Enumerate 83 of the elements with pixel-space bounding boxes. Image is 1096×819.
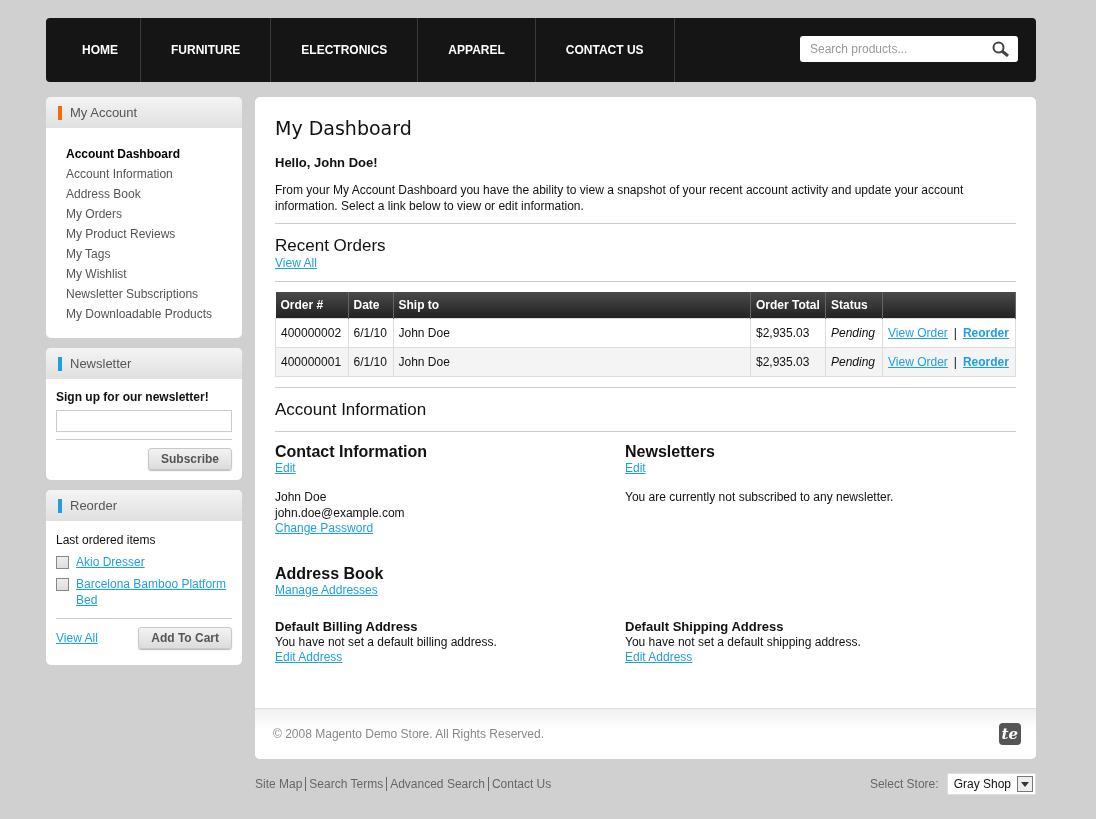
sidebar-link[interactable]: My Product Reviews — [66, 224, 176, 244]
title-bar-icon — [58, 498, 62, 513]
view-all-link[interactable]: View All — [275, 256, 317, 270]
nav-link[interactable]: CONTACT US — [535, 18, 675, 82]
contact-text: john.doe@example.com — [275, 505, 406, 521]
view-order-link[interactable]: View Order — [888, 326, 948, 340]
edit-address-link[interactable]: Edit Address — [275, 650, 343, 664]
table-cell: Pending — [825, 347, 883, 377]
edit-link[interactable]: Edit — [625, 461, 646, 475]
separator: | — [953, 355, 957, 369]
sidebar-link[interactable]: Address Book — [66, 184, 141, 204]
title-bar-icon — [58, 356, 62, 371]
sidebar-link[interactable]: My Orders — [66, 204, 122, 224]
table-cell: 6/1/10 — [348, 318, 393, 348]
table-cell: $2,935.03 — [750, 347, 826, 377]
address-heading: Default Shipping Address — [625, 619, 785, 634]
checkbox[interactable] — [56, 556, 69, 569]
address-text: You have not set a default shipping address. — [625, 634, 862, 650]
table-cell: John Doe — [393, 347, 751, 377]
column-header: Date — [348, 292, 393, 319]
section-heading: Newsletters — [625, 443, 716, 461]
section-heading: Contact Information — [275, 443, 428, 461]
contact-text: John Doe — [275, 489, 328, 505]
view-order-link[interactable]: View Order — [888, 355, 948, 369]
manage-addresses-link[interactable]: Manage Addresses — [275, 583, 378, 597]
table-cell: $2,935.03 — [750, 318, 826, 348]
separator: | — [953, 326, 957, 340]
footer-link[interactable]: Search Terms — [305, 777, 387, 791]
sidebar-link[interactable]: My Downloadable Products — [66, 304, 213, 324]
reorder-link[interactable]: Reorder — [962, 355, 1009, 369]
copyright: © 2008 Magento Demo Store. All Rights Reserved. — [273, 727, 544, 741]
logo: te — [998, 723, 1021, 745]
dropdown-icon — [1017, 776, 1033, 792]
sidebar-link[interactable]: Account Dashboard — [66, 144, 180, 164]
column-header: Order # — [275, 292, 348, 319]
nav-link[interactable]: ELECTRONICS — [271, 18, 419, 82]
intro-text: From your My Account Dashboard you have the ability to view a snapshot of your recent account activity and update your account information. Select a link below to view or edit information. — [275, 182, 965, 214]
product-link[interactable]: Barcelona Bamboo Platform Bed — [76, 576, 232, 608]
title-bar-icon — [58, 105, 62, 120]
page-title: My Dashboard — [275, 117, 413, 139]
nav-link[interactable]: APPAREL — [418, 18, 536, 82]
email-field[interactable] — [56, 410, 232, 432]
panel-title: Newsletter — [70, 356, 132, 371]
sidebar-link[interactable]: Newsletter Subscriptions — [66, 284, 199, 304]
column-header: Order Total — [750, 292, 826, 319]
newsletter-label: Sign up for our newsletter! — [56, 390, 210, 404]
store-select[interactable]: Gray Shop — [946, 773, 1036, 795]
store-label: Select Store: — [869, 777, 939, 791]
column-header: Status — [825, 292, 883, 319]
checkbox[interactable] — [56, 578, 69, 591]
nav-link[interactable]: FURNITURE — [141, 18, 272, 82]
address-heading: Default Billing Address — [275, 619, 419, 634]
greeting: Hello, John Doe! — [275, 155, 379, 170]
table-cell: 400000002 — [275, 318, 348, 348]
search-icon[interactable] — [992, 41, 1010, 57]
change-password-link[interactable]: Change Password — [275, 521, 374, 535]
subscribe-button[interactable]: Subscribe — [147, 448, 232, 470]
table-cell: 400000001 — [275, 347, 348, 377]
reorder-link[interactable]: Reorder — [962, 326, 1009, 340]
sidebar-link[interactable]: My Tags — [66, 244, 111, 264]
section-title: Account Information — [275, 400, 428, 420]
newsletter-status: You are currently not subscribed to any newsletter. — [625, 489, 895, 505]
nav-link[interactable]: HOME — [60, 18, 141, 82]
panel-title: Reorder — [70, 498, 117, 513]
section-heading: Address Book — [275, 565, 385, 583]
table-cell: Pending — [825, 318, 883, 348]
table-cell: John Doe — [393, 318, 751, 348]
address-text: You have not set a default billing address. — [275, 634, 498, 650]
footer-link[interactable]: Site Map — [255, 777, 306, 791]
edit-address-link[interactable]: Edit Address — [625, 650, 693, 664]
product-link[interactable]: Akio Dresser — [76, 554, 145, 570]
sidebar-link[interactable]: Account Information — [66, 164, 173, 184]
search-field[interactable]: Search products... — [800, 36, 1018, 62]
sidebar-link[interactable]: My Wishlist — [66, 264, 127, 284]
reorder-subtitle: Last ordered items — [56, 532, 157, 548]
panel-title: My Account — [70, 105, 138, 120]
footer-link[interactable]: Advanced Search — [386, 777, 488, 791]
section-title: Recent Orders — [275, 236, 387, 256]
add-to-cart-button[interactable]: Add To Cart — [138, 627, 232, 649]
edit-link[interactable]: Edit — [275, 461, 296, 475]
footer-link[interactable]: Contact Us — [487, 777, 555, 791]
column-header: Ship to — [393, 292, 751, 319]
view-all-link[interactable]: View All — [56, 631, 98, 645]
